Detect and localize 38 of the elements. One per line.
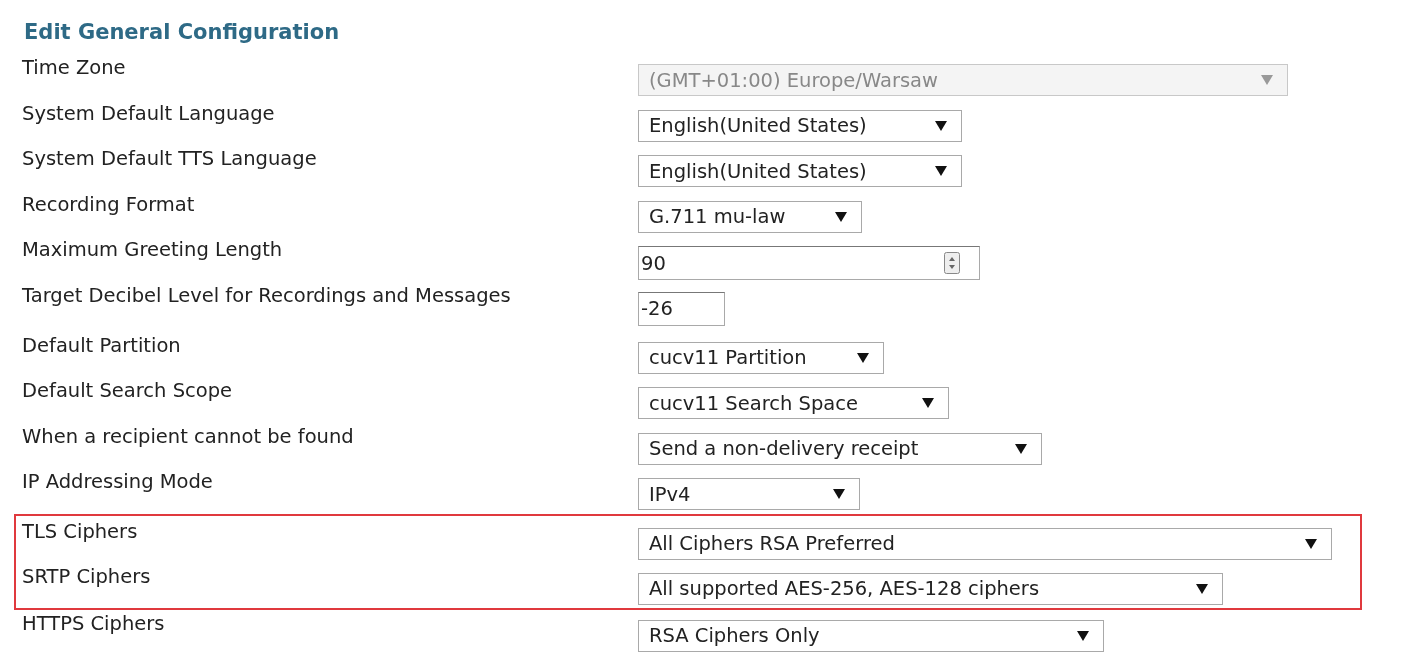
field-label: TLS Ciphers [22, 518, 139, 545]
caret-icon [922, 398, 934, 408]
field-label: System Default Language [22, 100, 276, 127]
dropdown-field[interactable]: English(United States) [638, 155, 962, 187]
dropdown-field[interactable]: cucv11 Partition [638, 341, 884, 374]
caret-icon [857, 352, 869, 363]
dropdown-field[interactable]: All Ciphers RSA Preferred [638, 527, 1332, 560]
dropdown-field[interactable]: Send a non-delivery receipt [638, 432, 1042, 465]
field-label: Default Search Scope [22, 378, 234, 404]
caret-icon [1305, 538, 1317, 549]
caret-icon [1261, 75, 1273, 85]
caret-icon [1196, 583, 1208, 594]
dropdown-field[interactable]: All supported AES-256, AES-128 ciphers [638, 572, 1223, 605]
dropdown-field[interactable]: English(United States) [638, 109, 962, 142]
field-label: Recording Format [22, 191, 196, 218]
field-label: Default Partition [22, 332, 182, 359]
caret-icon [833, 489, 845, 499]
field-label: Target Decibel Level for Recordings and Messages [22, 282, 512, 309]
spinner-icon[interactable] [944, 252, 960, 274]
field-label: HTTPS Ciphers [22, 610, 166, 637]
caret-icon [1015, 443, 1027, 454]
dropdown-field[interactable]: G.711 mu-law [638, 200, 862, 233]
caret-icon [835, 211, 847, 222]
field-label: SRTP Ciphers [22, 563, 152, 590]
field-label: Maximum Greeting Length [22, 237, 284, 263]
text-field[interactable]: -26 [638, 291, 725, 326]
caret-icon [935, 166, 947, 176]
dropdown-field[interactable]: RSA Ciphers Only [638, 619, 1104, 652]
field-label: System Default TTS Language [22, 146, 318, 172]
field-label: Time Zone [22, 55, 127, 81]
number-field[interactable]: 90 [638, 246, 980, 280]
field-label: IP Addressing Mode [22, 469, 214, 495]
dropdown-field[interactable]: IPv4 [638, 478, 860, 510]
caret-icon [1077, 630, 1089, 641]
field-label: When a recipient cannot be found [22, 423, 355, 450]
section-title: Edit General Configuration [24, 19, 341, 46]
dropdown-field[interactable]: cucv11 Search Space [638, 387, 949, 419]
caret-icon [935, 120, 947, 131]
